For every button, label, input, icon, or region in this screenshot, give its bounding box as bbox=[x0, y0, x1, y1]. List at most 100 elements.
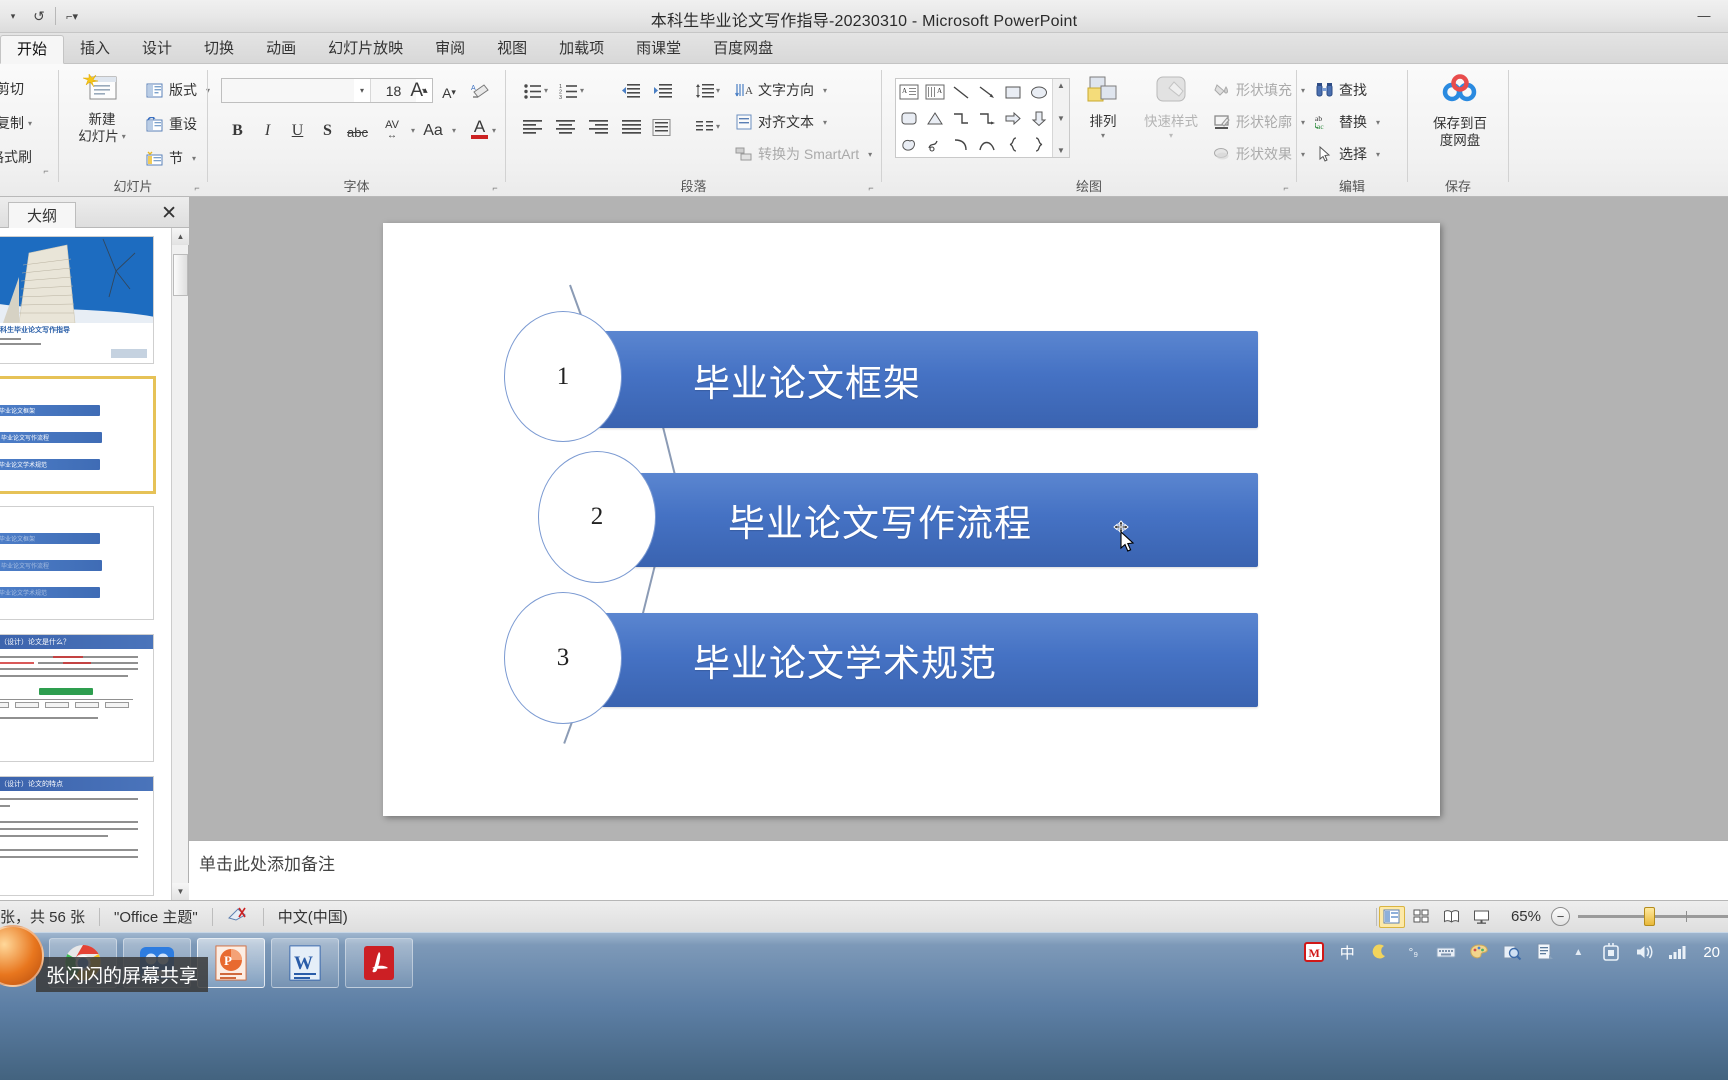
tab-animations[interactable]: 动画 bbox=[250, 34, 312, 63]
scroll-up-icon[interactable]: ▲ bbox=[172, 228, 189, 245]
tab-view[interactable]: 视图 bbox=[481, 34, 543, 63]
replace-button[interactable]: abac 替换 ▾ bbox=[1315, 108, 1380, 136]
chevron-down-icon[interactable]: ▾ bbox=[1101, 131, 1105, 141]
shape-fill-button[interactable]: 形状填充 ▾ bbox=[1212, 76, 1305, 104]
numbering-button[interactable]: 123 bbox=[554, 78, 582, 105]
underline-button[interactable]: U bbox=[284, 117, 311, 144]
rectangle-shape-icon[interactable] bbox=[1000, 79, 1026, 105]
chevron-down-icon[interactable]: ▾ bbox=[192, 154, 196, 163]
tab-slideshow[interactable]: 幻灯片放映 bbox=[312, 34, 419, 63]
convert-smartart-button[interactable]: 转换为 SmartArt ▾ bbox=[734, 140, 872, 168]
chevron-down-icon[interactable]: ▾ bbox=[28, 119, 32, 128]
status-bar-right[interactable]: 65% − bbox=[1376, 906, 1728, 928]
list-item[interactable]: 毕业（设计）论文是什么？ bbox=[0, 634, 154, 762]
save-to-baidu-netdisk-button[interactable]: 保存到百 度网盘 bbox=[1426, 74, 1494, 150]
chevron-down-icon[interactable]: ▾ bbox=[1169, 131, 1173, 141]
oval-shape-icon[interactable] bbox=[1026, 79, 1052, 105]
font-name-input[interactable] bbox=[222, 79, 354, 102]
ribbon-tab-strip[interactable]: 开始 插入 设计 切换 动画 幻灯片放映 审阅 视图 加载项 雨课堂 百度网盘 bbox=[0, 33, 1728, 64]
tab-design[interactable]: 设计 bbox=[126, 34, 188, 63]
tab-addins[interactable]: 加载项 bbox=[543, 34, 620, 63]
network-icon[interactable] bbox=[1666, 941, 1688, 963]
align-left-button[interactable] bbox=[518, 114, 546, 141]
slide-thumbnail-list[interactable]: 本科生毕业论文写作指导 毕业论文框架 毕业论文写作流程 bbox=[0, 228, 172, 900]
scroll-down-icon[interactable]: ▼ bbox=[1057, 114, 1065, 123]
taskbar-word-button[interactable]: W bbox=[271, 938, 339, 988]
device-icon[interactable] bbox=[1600, 941, 1622, 963]
copy-button[interactable]: 复制 ▾ bbox=[0, 108, 32, 138]
chevron-down-icon[interactable]: ▾ bbox=[823, 86, 827, 95]
volume-icon[interactable] bbox=[1633, 941, 1655, 963]
window-controls[interactable]: — bbox=[1686, 4, 1722, 26]
textbox-shape-icon[interactable]: A bbox=[896, 79, 922, 105]
columns-button[interactable] bbox=[690, 114, 718, 141]
reset-button[interactable]: 重设 bbox=[145, 110, 197, 138]
chevron-down-icon[interactable]: ▾ bbox=[823, 118, 827, 127]
show-hidden-icons-icon[interactable]: ▲ bbox=[1567, 941, 1589, 963]
right-brace-shape-icon[interactable] bbox=[1026, 131, 1052, 157]
elbow-arrow-connector-icon[interactable] bbox=[974, 105, 1000, 131]
arrow-shape-icon[interactable] bbox=[974, 79, 1000, 105]
arc-shape-icon[interactable] bbox=[974, 131, 1000, 157]
ime-chinese-icon[interactable]: 中 bbox=[1336, 941, 1358, 963]
line-shape-icon[interactable] bbox=[948, 79, 974, 105]
doc-icon[interactable] bbox=[1534, 941, 1556, 963]
arrange-button[interactable]: 排列 ▾ bbox=[1073, 74, 1133, 141]
new-slide-button[interactable]: 新建 幻灯片 ▾ bbox=[71, 72, 133, 146]
shape-effects-button[interactable]: 形状效果 ▾ bbox=[1212, 140, 1305, 168]
chevron-down-icon[interactable]: ▾ bbox=[868, 150, 872, 159]
outline-scrollbar[interactable]: ▲ ▼ bbox=[171, 228, 188, 900]
down-arrow-shape-icon[interactable] bbox=[1026, 105, 1052, 131]
bold-button[interactable]: B bbox=[224, 117, 251, 144]
section-button[interactable]: 节 ▾ bbox=[145, 144, 196, 172]
grow-font-button[interactable]: A▴ bbox=[405, 77, 433, 104]
chevron-down-icon[interactable]: ▾ bbox=[1376, 118, 1380, 127]
theme-status[interactable]: "Office 主题" bbox=[100, 906, 212, 927]
tab-transitions[interactable]: 切换 bbox=[188, 34, 250, 63]
scrollbar-thumb[interactable] bbox=[173, 254, 188, 296]
shapes-more-icon[interactable]: ▼ bbox=[1057, 146, 1065, 155]
shapes-scrollbar[interactable]: ▲ ▼ ▼ bbox=[1052, 79, 1069, 157]
zoom-track[interactable] bbox=[1578, 915, 1728, 918]
scroll-down-icon[interactable]: ▼ bbox=[172, 883, 189, 900]
chevron-down-icon[interactable]: ▾ bbox=[411, 126, 415, 135]
triangle-shape-icon[interactable] bbox=[922, 105, 948, 131]
elbow-connector-icon[interactable] bbox=[948, 105, 974, 131]
clear-formatting-button[interactable]: A bbox=[466, 77, 493, 104]
chevron-down-icon[interactable]: ▾ bbox=[544, 86, 548, 95]
align-right-button[interactable] bbox=[584, 114, 612, 141]
agenda-bar-1[interactable]: 毕业论文框架 bbox=[567, 331, 1258, 428]
italic-button[interactable]: I bbox=[254, 117, 281, 144]
text-shadow-button[interactable]: S bbox=[314, 117, 341, 144]
close-icon[interactable]: ✕ bbox=[161, 202, 177, 225]
list-item[interactable]: 毕业（设计）论文的特点 bbox=[0, 776, 154, 896]
outline-tab-strip[interactable]: 大纲 ✕ bbox=[0, 197, 189, 228]
quick-styles-button[interactable]: 快速样式 ▾ bbox=[1135, 74, 1207, 141]
rounded-rect-shape-icon[interactable] bbox=[896, 105, 922, 131]
shapes-grid[interactable]: A A bbox=[896, 79, 1052, 157]
left-brace-shape-icon[interactable] bbox=[1000, 131, 1026, 157]
font-name-chevron-icon[interactable]: ▾ bbox=[354, 79, 370, 102]
chevron-down-icon[interactable]: ▾ bbox=[716, 122, 720, 131]
drawing-dialog-launcher[interactable]: ⌐ bbox=[1280, 182, 1292, 194]
shrink-font-button[interactable]: A▾ bbox=[436, 79, 462, 106]
text-direction-button[interactable]: A 文字方向 ▾ bbox=[734, 76, 827, 104]
increase-indent-button[interactable] bbox=[648, 78, 676, 105]
character-spacing-button[interactable]: AV ↔ bbox=[375, 116, 409, 143]
normal-view-button[interactable] bbox=[1379, 906, 1405, 928]
tab-review[interactable]: 审阅 bbox=[419, 34, 481, 63]
chevron-down-icon[interactable]: ▾ bbox=[122, 132, 126, 142]
chevron-down-icon[interactable]: ▾ bbox=[452, 126, 456, 135]
freeform-shape-icon[interactable] bbox=[896, 131, 922, 157]
decrease-indent-button[interactable] bbox=[616, 78, 644, 105]
reading-view-button[interactable] bbox=[1439, 906, 1465, 928]
font-controls[interactable]: ▾ 18 ▾ bbox=[221, 78, 433, 103]
system-tray[interactable]: M 中 °₉ ▲ bbox=[1303, 941, 1720, 963]
notes-placeholder[interactable]: 单击此处添加备注 bbox=[199, 850, 335, 875]
zoom-slider[interactable] bbox=[1578, 915, 1728, 918]
justify-button[interactable] bbox=[617, 114, 645, 141]
find-button[interactable]: 查找 bbox=[1315, 76, 1367, 104]
curve-shape-icon[interactable] bbox=[948, 131, 974, 157]
format-painter-button[interactable]: 格式刷 bbox=[0, 142, 32, 172]
zoom-level[interactable]: 65% bbox=[1497, 908, 1551, 925]
